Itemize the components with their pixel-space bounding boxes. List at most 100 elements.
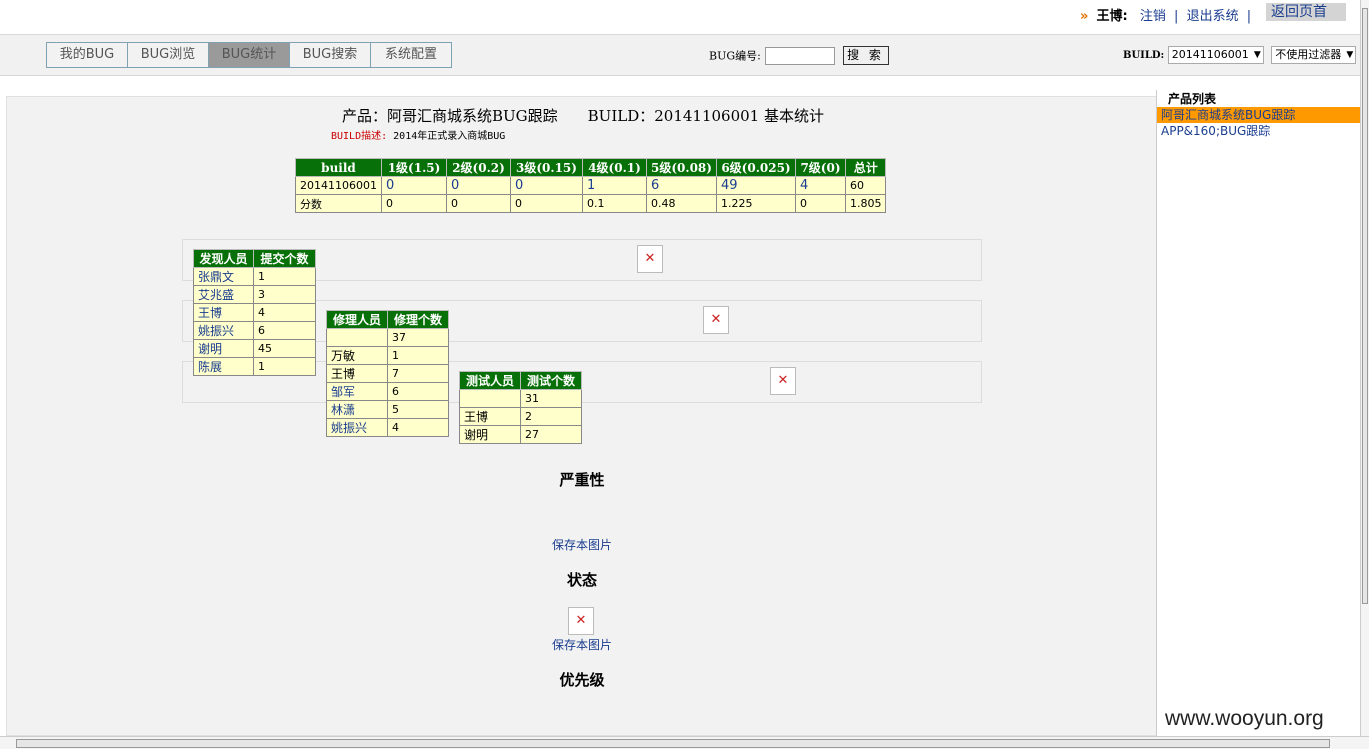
table-header-row: 测试人员 测试个数	[459, 371, 582, 390]
watermark: www.wooyun.org	[1163, 707, 1326, 731]
count-link[interactable]: 4	[794, 176, 846, 195]
nav-bar: 我的BUG BUG浏览 BUG统计 BUG搜索 系统配置 BUG编号: 搜 索 …	[0, 34, 1360, 76]
tester-table: 测试人员 测试个数 31 王博 2 谢明 27	[459, 371, 582, 444]
build-description: BUILD描述: 2014年正式录入商城BUG	[331, 127, 505, 142]
table-cell: 姚振兴	[326, 418, 388, 437]
table-cell: 1.225	[715, 194, 796, 213]
table-row: 姚振兴 6	[193, 321, 316, 340]
build-description-value: 2014年正式录入商城BUG	[393, 131, 506, 142]
table-row: 分数 0 0 0 0.1 0.48 1.225 0 1.805	[295, 194, 887, 213]
table-row: 31	[459, 389, 582, 408]
column-header: 2级(0.2)	[445, 158, 511, 177]
separator: |	[1246, 9, 1252, 24]
sidebar-item-app[interactable]: APP&160;BUG跟踪	[1157, 123, 1360, 139]
table-row: 王博 7	[326, 364, 449, 383]
sidebar-item-app-link[interactable]: APP&160;BUG跟踪	[1161, 124, 1270, 138]
column-header: 1级(1.5)	[380, 158, 447, 177]
search-button[interactable]: 搜 索	[842, 46, 889, 65]
broken-image-icon: ✕	[568, 607, 594, 635]
product-sidebar: 产品列表 阿哥汇商城系统BUG跟踪 APP&160;BUG跟踪	[1156, 90, 1360, 736]
broken-image-icon: ✕	[770, 367, 796, 395]
table-cell: 37	[387, 328, 449, 347]
column-header: 7级(0)	[794, 158, 846, 177]
tab-system-config[interactable]: 系统配置	[370, 42, 452, 68]
table-cell: 1	[253, 267, 316, 286]
save-image-link[interactable]: 保存本图片	[552, 538, 612, 552]
finder-table: 发现人员 提交个数 张鼎文 1 艾兆盛 3 王博 4 姚振兴 6 谢明 45 陈展 1	[193, 249, 316, 376]
count-link[interactable]: 0	[380, 176, 447, 195]
build-select[interactable]: 20141106001 ▼	[1167, 46, 1264, 64]
column-header: 总计	[844, 158, 887, 177]
vertical-scrollbar[interactable]	[1360, 0, 1369, 736]
save-image-row: 保存本图片	[7, 536, 1157, 553]
scrollbar-thumb[interactable]	[16, 739, 1330, 748]
table-row: 谢明 27	[459, 425, 582, 444]
horizontal-scrollbar[interactable]	[0, 736, 1369, 749]
table-cell: 1	[387, 346, 449, 365]
chevron-down-icon: ▼	[1346, 50, 1354, 60]
table-cell: 林潇	[326, 400, 388, 419]
table-row: 王博 4	[193, 303, 316, 322]
table-cell: 7	[387, 364, 449, 383]
count-link[interactable]: 0	[445, 176, 511, 195]
scrollbar-thumb[interactable]	[1362, 8, 1368, 604]
save-image-row: 保存本图片	[7, 636, 1157, 653]
bug-id-label: BUG编号:	[709, 49, 761, 63]
table-cell: 4	[253, 303, 316, 322]
tab-bug-stats[interactable]: BUG统计	[208, 42, 290, 68]
table-cell: 艾兆盛	[193, 285, 254, 304]
table-cell: 2	[520, 407, 582, 426]
severity-summary-table: build 1级(1.5) 2级(0.2) 3级(0.15) 4级(0.1) 5…	[295, 158, 887, 213]
table-row: 陈展 1	[193, 357, 316, 376]
user-info: » 王博: 注销 | 退出系统 |	[1080, 5, 1255, 24]
table-row: 王博 2	[459, 407, 582, 426]
count-link[interactable]: 49	[715, 176, 796, 195]
table-cell: 王博	[326, 364, 388, 383]
exit-link[interactable]: 退出系统	[1187, 9, 1239, 24]
tab-my-bug[interactable]: 我的BUG	[46, 42, 128, 68]
table-cell: 王博	[459, 407, 521, 426]
filter-select-value: 不使用过滤器	[1275, 48, 1342, 61]
tab-bug-search[interactable]: BUG搜索	[289, 42, 371, 68]
table-row: 谢明 45	[193, 339, 316, 358]
priority-heading: 优先级	[559, 671, 605, 689]
broken-image-icon: ✕	[637, 245, 663, 273]
filter-select[interactable]: 不使用过滤器 ▼	[1271, 46, 1357, 64]
table-cell	[326, 328, 388, 347]
status-heading: 状态	[566, 571, 597, 589]
logout-link[interactable]: 注销	[1140, 9, 1166, 24]
table-cell: 5	[387, 400, 449, 419]
column-header: 修理个数	[387, 310, 449, 329]
back-to-top-link[interactable]: 返回页首	[1266, 3, 1346, 21]
build-label: BUILD:	[1123, 50, 1165, 61]
table-header-row: 修理人员 修理个数	[326, 310, 449, 329]
table-cell: 4	[387, 418, 449, 437]
column-header: build	[295, 158, 382, 177]
table-header-row: build 1级(1.5) 2级(0.2) 3级(0.15) 4级(0.1) 5…	[295, 158, 887, 177]
bug-id-input[interactable]	[764, 46, 835, 65]
separator: |	[1174, 9, 1179, 24]
tab-bug-browse[interactable]: BUG浏览	[127, 42, 209, 68]
broken-image-icon: ✕	[703, 306, 729, 334]
table-cell: 张鼎文	[193, 267, 254, 286]
count-link[interactable]: 6	[645, 176, 717, 195]
table-cell: 0	[794, 194, 846, 213]
table-cell: 陈展	[193, 357, 254, 376]
user-bar: » 王博: 注销 | 退出系统 | 返回页首	[0, 0, 1360, 30]
table-row: 20141106001 0 0 0 1 6 49 4 60	[295, 176, 887, 195]
bug-id-search: BUG编号: 搜 索	[709, 46, 889, 65]
sidebar-item-agehui-mall[interactable]: 阿哥汇商城系统BUG跟踪	[1157, 107, 1360, 123]
table-cell: 0	[380, 194, 447, 213]
table-cell: 谢明	[459, 425, 521, 444]
table-cell: 1	[253, 357, 316, 376]
build-select-value: 20141106001	[1171, 48, 1249, 61]
tab-strip: 我的BUG BUG浏览 BUG统计 BUG搜索 系统配置	[46, 42, 452, 68]
count-link[interactable]: 0	[509, 176, 583, 195]
save-image-link[interactable]: 保存本图片	[552, 638, 612, 652]
column-header: 测试个数	[520, 371, 582, 390]
table-cell: 27	[520, 425, 582, 444]
count-link[interactable]: 1	[581, 176, 647, 195]
column-header: 5级(0.08)	[645, 158, 717, 177]
table-cell: 3	[253, 285, 316, 304]
table-cell: 31	[520, 389, 582, 408]
